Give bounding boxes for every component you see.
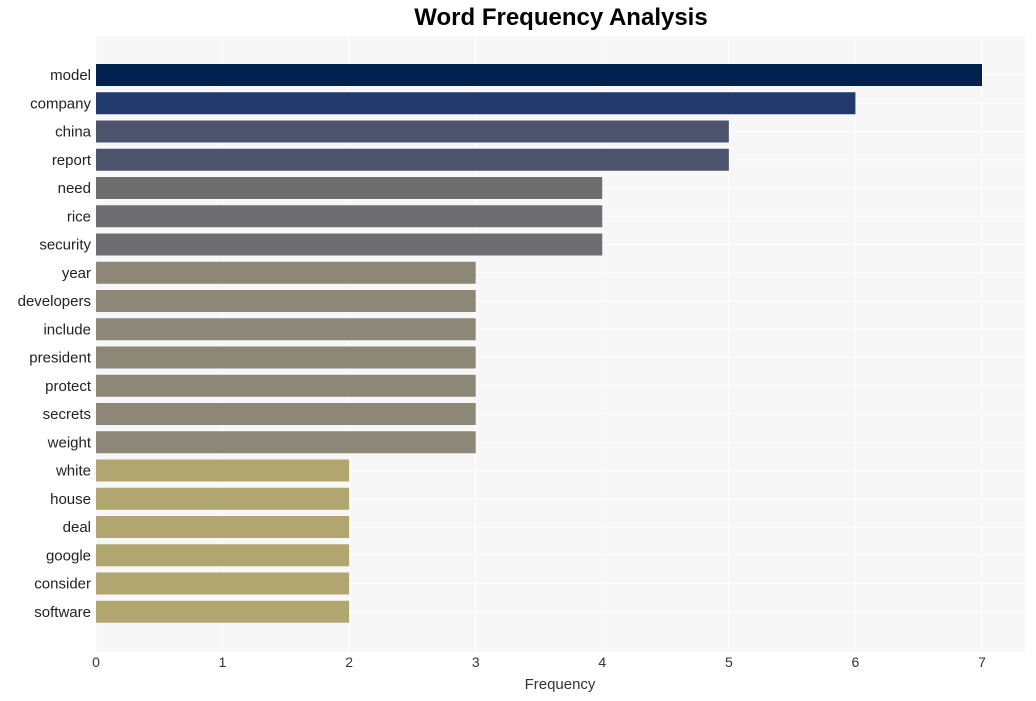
x-tick-label: 7	[978, 654, 986, 670]
category-labels: model company china report need rice security y…	[18, 67, 92, 621]
bar-software	[96, 600, 350, 623]
bar-white	[96, 459, 350, 482]
category-label-protect: protect	[45, 378, 92, 395]
category-label-include: include	[43, 321, 91, 338]
bar-need	[96, 177, 603, 199]
category-label-company: company	[30, 95, 91, 112]
bar-weight	[96, 431, 476, 454]
bar-model	[96, 64, 982, 86]
bar-china	[96, 120, 729, 143]
x-tick-label: 0	[92, 654, 100, 670]
category-label-rice: rice	[67, 208, 91, 225]
category-label-developers: developers	[18, 293, 91, 310]
x-tick-label: 5	[725, 654, 733, 670]
category-label-white: white	[55, 463, 91, 480]
bar-deal	[96, 516, 350, 538]
bar-protect	[96, 374, 476, 397]
bar-security	[96, 233, 603, 256]
category-label-need: need	[58, 180, 91, 197]
bar-chart: model company china report need rice security y…	[18, 36, 1025, 693]
category-label-china: china	[55, 124, 92, 141]
x-tick-label: 2	[345, 654, 353, 670]
category-label-president: president	[29, 350, 92, 367]
category-label-house: house	[50, 491, 91, 508]
category-label-google: google	[46, 547, 91, 564]
category-label-model: model	[50, 67, 91, 84]
bar-rice	[96, 205, 603, 228]
bar-company	[96, 92, 856, 115]
category-label-deal: deal	[63, 519, 91, 536]
category-label-security: security	[39, 237, 91, 254]
bar-developers	[96, 290, 476, 312]
x-axis-label: Frequency	[525, 676, 596, 693]
bar-president	[96, 346, 476, 369]
category-label-weight: weight	[47, 434, 92, 451]
bar-google	[96, 544, 350, 567]
x-tick-label: 6	[852, 654, 860, 670]
x-tick-label: 1	[219, 654, 227, 670]
bar-secrets	[96, 403, 476, 425]
category-label-secrets: secrets	[43, 406, 91, 423]
category-label-year: year	[62, 265, 91, 282]
category-label-software: software	[34, 604, 91, 621]
bar-report	[96, 148, 729, 171]
x-tick-label: 3	[472, 654, 480, 670]
x-tick-labels: 0 1 2 3 4 5 6 7	[92, 654, 986, 670]
bar-include	[96, 318, 476, 341]
category-label-consider: consider	[34, 576, 91, 593]
bar-year	[96, 261, 476, 284]
bar-consider	[96, 572, 350, 595]
category-label-report: report	[52, 152, 92, 169]
bar-house	[96, 487, 350, 510]
x-tick-label: 4	[598, 654, 606, 670]
